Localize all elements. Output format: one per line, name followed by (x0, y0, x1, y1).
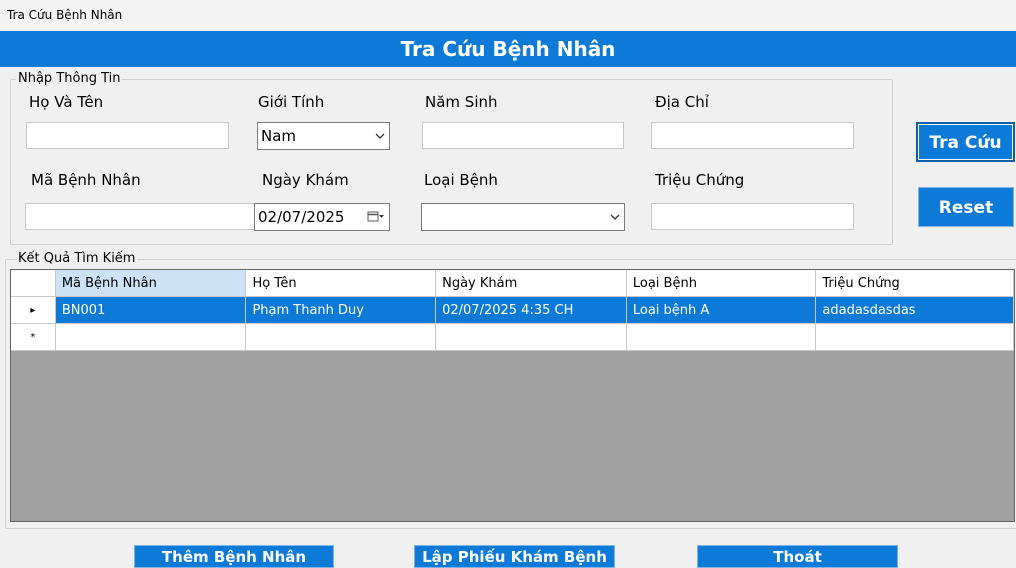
symptoms-field[interactable] (651, 203, 854, 230)
current-row-marker-icon[interactable]: ▸ (11, 296, 56, 324)
chevron-down-icon (610, 204, 620, 240)
table-header-row: Mã Bệnh Nhân Họ Tên Ngày Khám Loại Bệnh … (11, 270, 1014, 297)
patient-id-field[interactable] (25, 203, 255, 230)
birth-year-label: Năm Sinh (425, 93, 498, 111)
new-row-marker-icon[interactable]: * (11, 323, 56, 351)
reset-button[interactable]: Reset (918, 187, 1014, 227)
exam-date-value: 02/07/2025 (258, 208, 345, 226)
table-cell[interactable] (245, 323, 437, 351)
gender-label: Giới Tính (258, 93, 325, 111)
new-table-row[interactable]: * (11, 323, 1014, 351)
table-cell[interactable] (815, 323, 1014, 351)
table-row[interactable]: ▸ BN001 Phạm Thanh Duy 02/07/2025 4:35 C… (11, 296, 1014, 324)
results-grid[interactable]: Mã Bệnh Nhân Họ Tên Ngày Khám Loại Bệnh … (10, 269, 1015, 522)
add-patient-button[interactable]: Thêm Bệnh Nhân (134, 545, 334, 568)
address-field[interactable] (651, 122, 854, 149)
gender-selected-value: Nam (261, 127, 297, 145)
patient-id-label: Mã Bệnh Nhân (31, 171, 141, 189)
column-header-patient-id[interactable]: Mã Bệnh Nhân (55, 270, 247, 297)
page-header: Tra Cứu Bệnh Nhân (0, 31, 1016, 67)
window-titlebar: Tra Cứu Bệnh Nhân (0, 0, 1016, 30)
column-header-name[interactable]: Họ Tên (245, 270, 437, 297)
disease-type-label: Loại Bệnh (424, 171, 498, 189)
table-cell[interactable]: BN001 (55, 296, 247, 324)
create-exam-form-button[interactable]: Lập Phiếu Khám Bệnh (414, 545, 615, 568)
symptoms-label: Triệu Chứng (655, 171, 745, 189)
window-title: Tra Cứu Bệnh Nhân (7, 8, 123, 22)
search-button[interactable]: Tra Cứu (916, 122, 1015, 162)
table-cell[interactable]: Loại bệnh A (626, 296, 817, 324)
results-table: Mã Bệnh Nhân Họ Tên Ngày Khám Loại Bệnh … (11, 270, 1014, 351)
table-cell[interactable] (55, 323, 247, 351)
address-label: Địa Chỉ (655, 93, 709, 111)
row-header-corner (11, 270, 56, 297)
birth-year-field[interactable] (422, 122, 624, 149)
name-field[interactable] (26, 122, 229, 149)
exam-date-label: Ngày Khám (262, 171, 349, 189)
table-cell[interactable]: 02/07/2025 4:35 CH (435, 296, 627, 324)
column-header-exam-date[interactable]: Ngày Khám (435, 270, 627, 297)
name-label: Họ Và Tên (29, 93, 104, 111)
table-cell[interactable] (626, 323, 817, 351)
gender-select[interactable]: Nam (257, 122, 390, 150)
input-group-legend: Nhập Thông Tin (16, 71, 123, 86)
table-cell[interactable] (435, 323, 627, 351)
calendar-icon[interactable] (367, 204, 385, 240)
column-header-disease-type[interactable]: Loại Bệnh (626, 270, 817, 297)
results-group-legend: Kết Quả Tìm Kiếm (16, 251, 138, 266)
exam-date-picker[interactable]: 02/07/2025 (254, 203, 390, 231)
page-title: Tra Cứu Bệnh Nhân (400, 37, 616, 61)
disease-type-select[interactable] (421, 203, 625, 231)
table-cell[interactable]: Phạm Thanh Duy (245, 296, 437, 324)
table-cell[interactable]: adadasdasdas (815, 296, 1014, 324)
exit-button[interactable]: Thoát (697, 545, 898, 568)
chevron-down-icon (375, 123, 385, 159)
column-header-symptoms[interactable]: Triệu Chứng (815, 270, 1014, 297)
